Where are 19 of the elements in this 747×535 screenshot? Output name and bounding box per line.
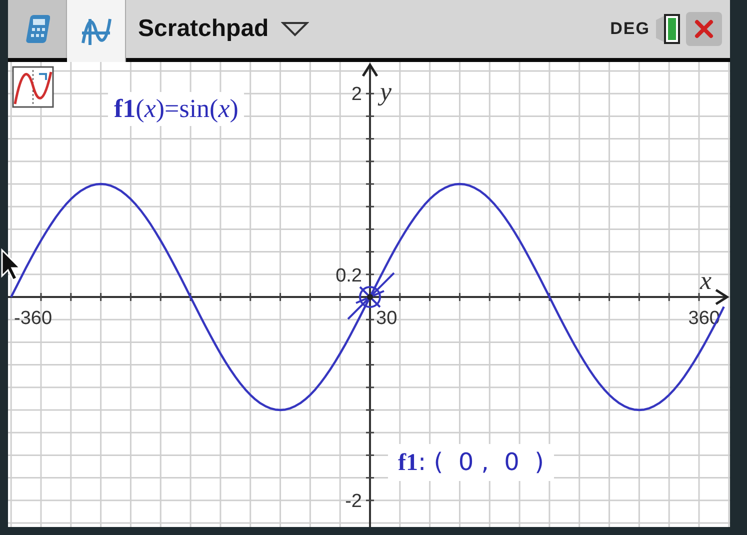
- close-button[interactable]: [686, 12, 722, 46]
- function-label[interactable]: f1(x)=sin(x): [108, 92, 244, 126]
- document-title[interactable]: Scratchpad: [138, 15, 269, 43]
- axis-tick-label: 0.2: [336, 265, 362, 286]
- point-coordinates[interactable]: f1: ( 0 , 0 ): [388, 444, 554, 481]
- close-icon: [694, 19, 714, 39]
- axis-tick-label: -2: [345, 491, 362, 512]
- angle-mode-indicator: DEG: [610, 19, 650, 39]
- axis-label: x: [700, 266, 712, 295]
- axis-tick-label: 30: [376, 308, 398, 329]
- app-tab[interactable]: [8, 0, 67, 58]
- graph-thumbnail-icon[interactable]: [12, 66, 54, 108]
- calculator-icon: [24, 13, 50, 45]
- dropdown-icon[interactable]: [280, 21, 309, 37]
- axis-label: y: [380, 77, 392, 106]
- axis-tick-label: 2: [351, 84, 362, 105]
- axis-tick-label: -360: [14, 308, 52, 329]
- app-tab[interactable]: [67, 0, 126, 62]
- battery-icon: [654, 12, 682, 46]
